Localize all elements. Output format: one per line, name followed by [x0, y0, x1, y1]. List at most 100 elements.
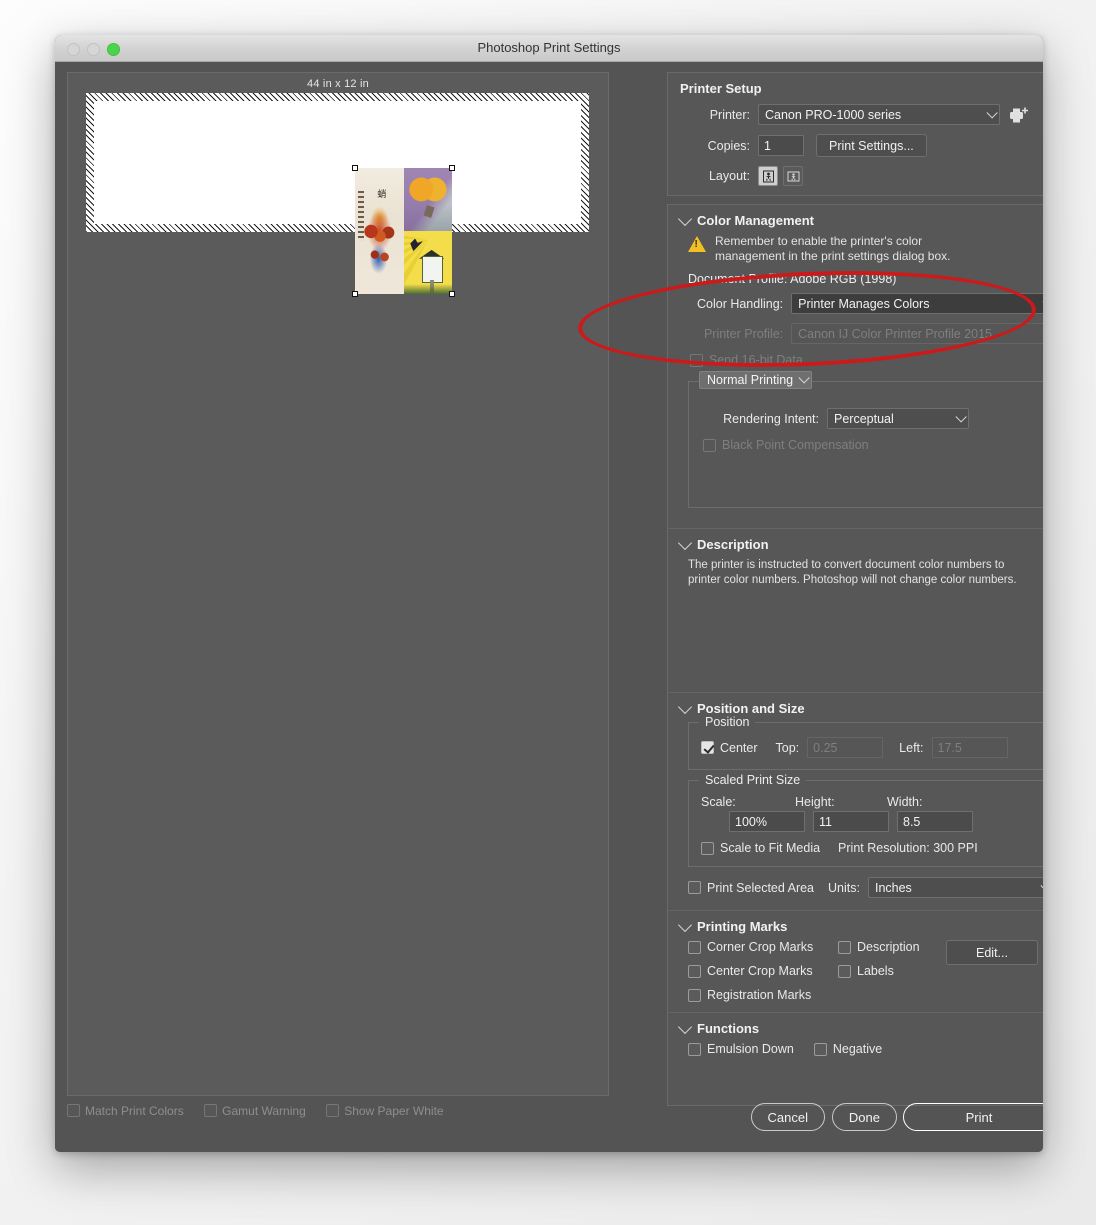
chevron-down-icon[interactable]	[678, 917, 692, 931]
printer-plus-icon[interactable]	[1008, 105, 1030, 125]
position-and-size-title: Position and Size	[697, 701, 805, 716]
emulsion-down-option[interactable]: Emulsion Down	[688, 1042, 794, 1056]
scale-header-row: Scale: Height: Width:	[701, 795, 1043, 809]
printer-profile-value: Canon IJ Color Printer Profile 2015	[798, 327, 992, 341]
printing-mode-select[interactable]: Normal Printing	[699, 371, 812, 389]
scale-to-fit-row: Scale to Fit Media Print Resolution: 300…	[701, 841, 1043, 855]
left-input	[932, 737, 1008, 758]
edit-marks-button[interactable]: Edit...	[946, 940, 1038, 965]
print-button[interactable]: Print	[903, 1103, 1043, 1131]
selection-handle-br[interactable]	[449, 291, 455, 297]
description-mark-checkbox[interactable]	[838, 941, 851, 954]
cancel-button[interactable]: Cancel	[751, 1103, 825, 1131]
description-header[interactable]: Description	[680, 537, 1043, 552]
width-label: Width:	[887, 795, 971, 809]
selection-handle-tl[interactable]	[352, 165, 358, 171]
labels-checkbox[interactable]	[838, 965, 851, 978]
rendering-intent-label: Rendering Intent:	[701, 412, 819, 426]
center-crop-marks-checkbox[interactable]	[688, 965, 701, 978]
artwork-preview[interactable]: 蛸	[355, 168, 452, 294]
scale-to-fit-label: Scale to Fit Media	[720, 841, 820, 855]
units-select[interactable]: Inches	[868, 877, 1043, 898]
desktop-background: Photoshop Print Settings 44 in x 12 in 蛸	[0, 0, 1096, 1225]
scaled-print-size-label: Scaled Print Size	[699, 773, 806, 787]
send-16bit-label: Send 16-bit Data	[709, 353, 803, 367]
registration-marks-label: Registration Marks	[707, 988, 811, 1002]
window-titlebar[interactable]: Photoshop Print Settings	[55, 35, 1043, 62]
labels-option[interactable]: Labels	[838, 964, 946, 978]
labels-label: Labels	[857, 964, 894, 978]
preview-dimensions-label: 44 in x 12 in	[68, 73, 608, 90]
settings-scroll-area[interactable]: Color Management Remember to enable the …	[667, 204, 1043, 1106]
position-and-size-header[interactable]: Position and Size	[680, 701, 1043, 716]
print-settings-button[interactable]: Print Settings...	[816, 134, 927, 157]
document-profile-label: Document Profile: Adobe RGB (1998)	[688, 272, 1043, 286]
height-label: Height:	[795, 795, 879, 809]
units-label: Units:	[828, 881, 860, 895]
chevron-down-icon[interactable]	[678, 1019, 692, 1033]
description-mark-label: Description	[857, 940, 920, 954]
color-management-section: Color Management Remember to enable the …	[668, 205, 1043, 529]
print-settings-window: Photoshop Print Settings 44 in x 12 in 蛸	[55, 35, 1043, 1152]
chevron-down-icon	[955, 411, 966, 422]
top-input	[807, 737, 883, 758]
chevron-down-icon[interactable]	[678, 699, 692, 713]
chevron-down-icon[interactable]	[678, 211, 692, 225]
copies-input[interactable]	[758, 135, 804, 156]
paper-sheet	[94, 101, 581, 224]
center-checkbox[interactable]	[701, 741, 714, 754]
corner-crop-marks-option[interactable]: Corner Crop Marks	[688, 940, 828, 954]
print-resolution-label: Print Resolution: 300 PPI	[838, 841, 978, 855]
selection-handle-tr[interactable]	[449, 165, 455, 171]
artwork-panel-birdhouse	[404, 231, 453, 294]
corner-crop-marks-label: Corner Crop Marks	[707, 940, 813, 954]
print-selected-area-row: Print Selected Area Units: Inches	[688, 877, 1043, 898]
kanji-glyph: 蛸	[377, 187, 386, 200]
emulsion-down-checkbox[interactable]	[688, 1043, 701, 1056]
functions-header[interactable]: Functions	[680, 1021, 1043, 1036]
registration-marks-option[interactable]: Registration Marks	[688, 988, 828, 1002]
dialog-body: 44 in x 12 in 蛸	[55, 62, 1043, 1152]
copies-row: Copies: Print Settings...	[680, 134, 1043, 157]
height-input[interactable]	[813, 811, 889, 832]
scale-input[interactable]	[729, 811, 805, 832]
description-mark-option[interactable]: Description	[838, 940, 946, 954]
layout-label: Layout:	[680, 169, 750, 183]
functions-title: Functions	[697, 1021, 759, 1036]
chevron-down-icon	[986, 107, 997, 118]
printer-profile-label: Printer Profile:	[688, 327, 783, 341]
description-body: The printer is instructed to convert doc…	[688, 558, 1040, 589]
done-button[interactable]: Done	[832, 1103, 897, 1131]
printer-select[interactable]: Canon PRO-1000 series	[758, 104, 1000, 125]
rendering-intent-select[interactable]: Perceptual	[827, 408, 969, 429]
negative-checkbox[interactable]	[814, 1043, 827, 1056]
registration-marks-checkbox[interactable]	[688, 989, 701, 1002]
printing-mode-value: Normal Printing	[707, 373, 793, 387]
color-handling-select[interactable]: Printer Manages Colors	[791, 293, 1043, 314]
negative-option[interactable]: Negative	[814, 1042, 882, 1056]
center-crop-marks-option[interactable]: Center Crop Marks	[688, 964, 828, 978]
scale-to-fit-checkbox[interactable]	[701, 842, 714, 855]
layout-portrait-icon[interactable]	[758, 166, 778, 186]
selection-handle-bl[interactable]	[352, 291, 358, 297]
functions-section: Functions Emulsion Down Negative	[668, 1013, 1043, 1066]
copies-label: Copies:	[680, 139, 750, 153]
color-management-header[interactable]: Color Management	[680, 213, 1043, 228]
corner-crop-marks-checkbox[interactable]	[688, 941, 701, 954]
artwork-panel-octopus: 蛸	[355, 168, 404, 294]
window-title: Photoshop Print Settings	[55, 35, 1043, 61]
artwork-panel-balloon-heart	[404, 168, 453, 231]
printer-select-value: Canon PRO-1000 series	[765, 108, 901, 122]
chevron-down-icon[interactable]	[678, 535, 692, 549]
color-handling-label: Color Handling:	[688, 297, 783, 311]
printer-label: Printer:	[680, 108, 750, 122]
printing-marks-header[interactable]: Printing Marks	[680, 919, 1043, 934]
send-16bit-checkbox	[690, 354, 703, 367]
width-input[interactable]	[897, 811, 973, 832]
print-selected-area-checkbox[interactable]	[688, 881, 701, 894]
layout-landscape-icon[interactable]	[783, 166, 803, 186]
print-preview-pane[interactable]: 44 in x 12 in 蛸	[67, 72, 609, 1096]
color-handling-row: Color Handling: Printer Manages Colors	[688, 293, 1043, 314]
rendering-intent-value: Perceptual	[834, 412, 894, 426]
left-label: Left:	[899, 741, 923, 755]
